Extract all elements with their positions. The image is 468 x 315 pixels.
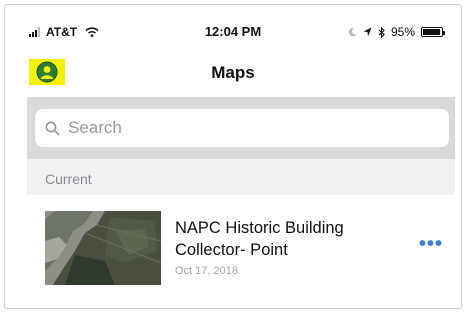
search-input[interactable] — [66, 117, 430, 139]
battery-fill — [423, 29, 440, 35]
bluetooth-icon — [378, 26, 385, 38]
battery-icon — [421, 27, 445, 37]
status-bar: AT&T 12:04 PM 95% — [5, 5, 461, 53]
section-header-label: Current — [45, 171, 92, 187]
map-date: Oct 17, 2018 — [175, 265, 238, 277]
battery-percent: 95% — [390, 25, 415, 39]
map-title: NAPC Historic Building Collector- Point — [175, 217, 405, 261]
map-list-item[interactable]: NAPC Historic Building Collector- Point … — [27, 195, 455, 295]
page-title: Maps — [211, 63, 255, 82]
location-arrow-icon — [363, 27, 372, 37]
search-area — [27, 97, 455, 159]
map-title-line-1: NAPC Historic Building — [175, 219, 344, 237]
map-thumbnail — [45, 211, 161, 285]
aerial-map-image — [45, 211, 161, 285]
moon-icon — [348, 27, 357, 37]
navigation-bar: Maps — [5, 53, 461, 93]
search-icon — [45, 121, 60, 135]
section-header: Current — [27, 159, 455, 195]
more-options-icon[interactable]: ••• — [419, 234, 443, 254]
status-indicators: 95% — [348, 25, 445, 39]
phone-screen: AT&T 12:04 PM 95% Maps Search Current NA… — [4, 4, 462, 309]
map-title-line-2: Collector- Point — [175, 241, 288, 259]
search-box[interactable] — [35, 109, 449, 147]
